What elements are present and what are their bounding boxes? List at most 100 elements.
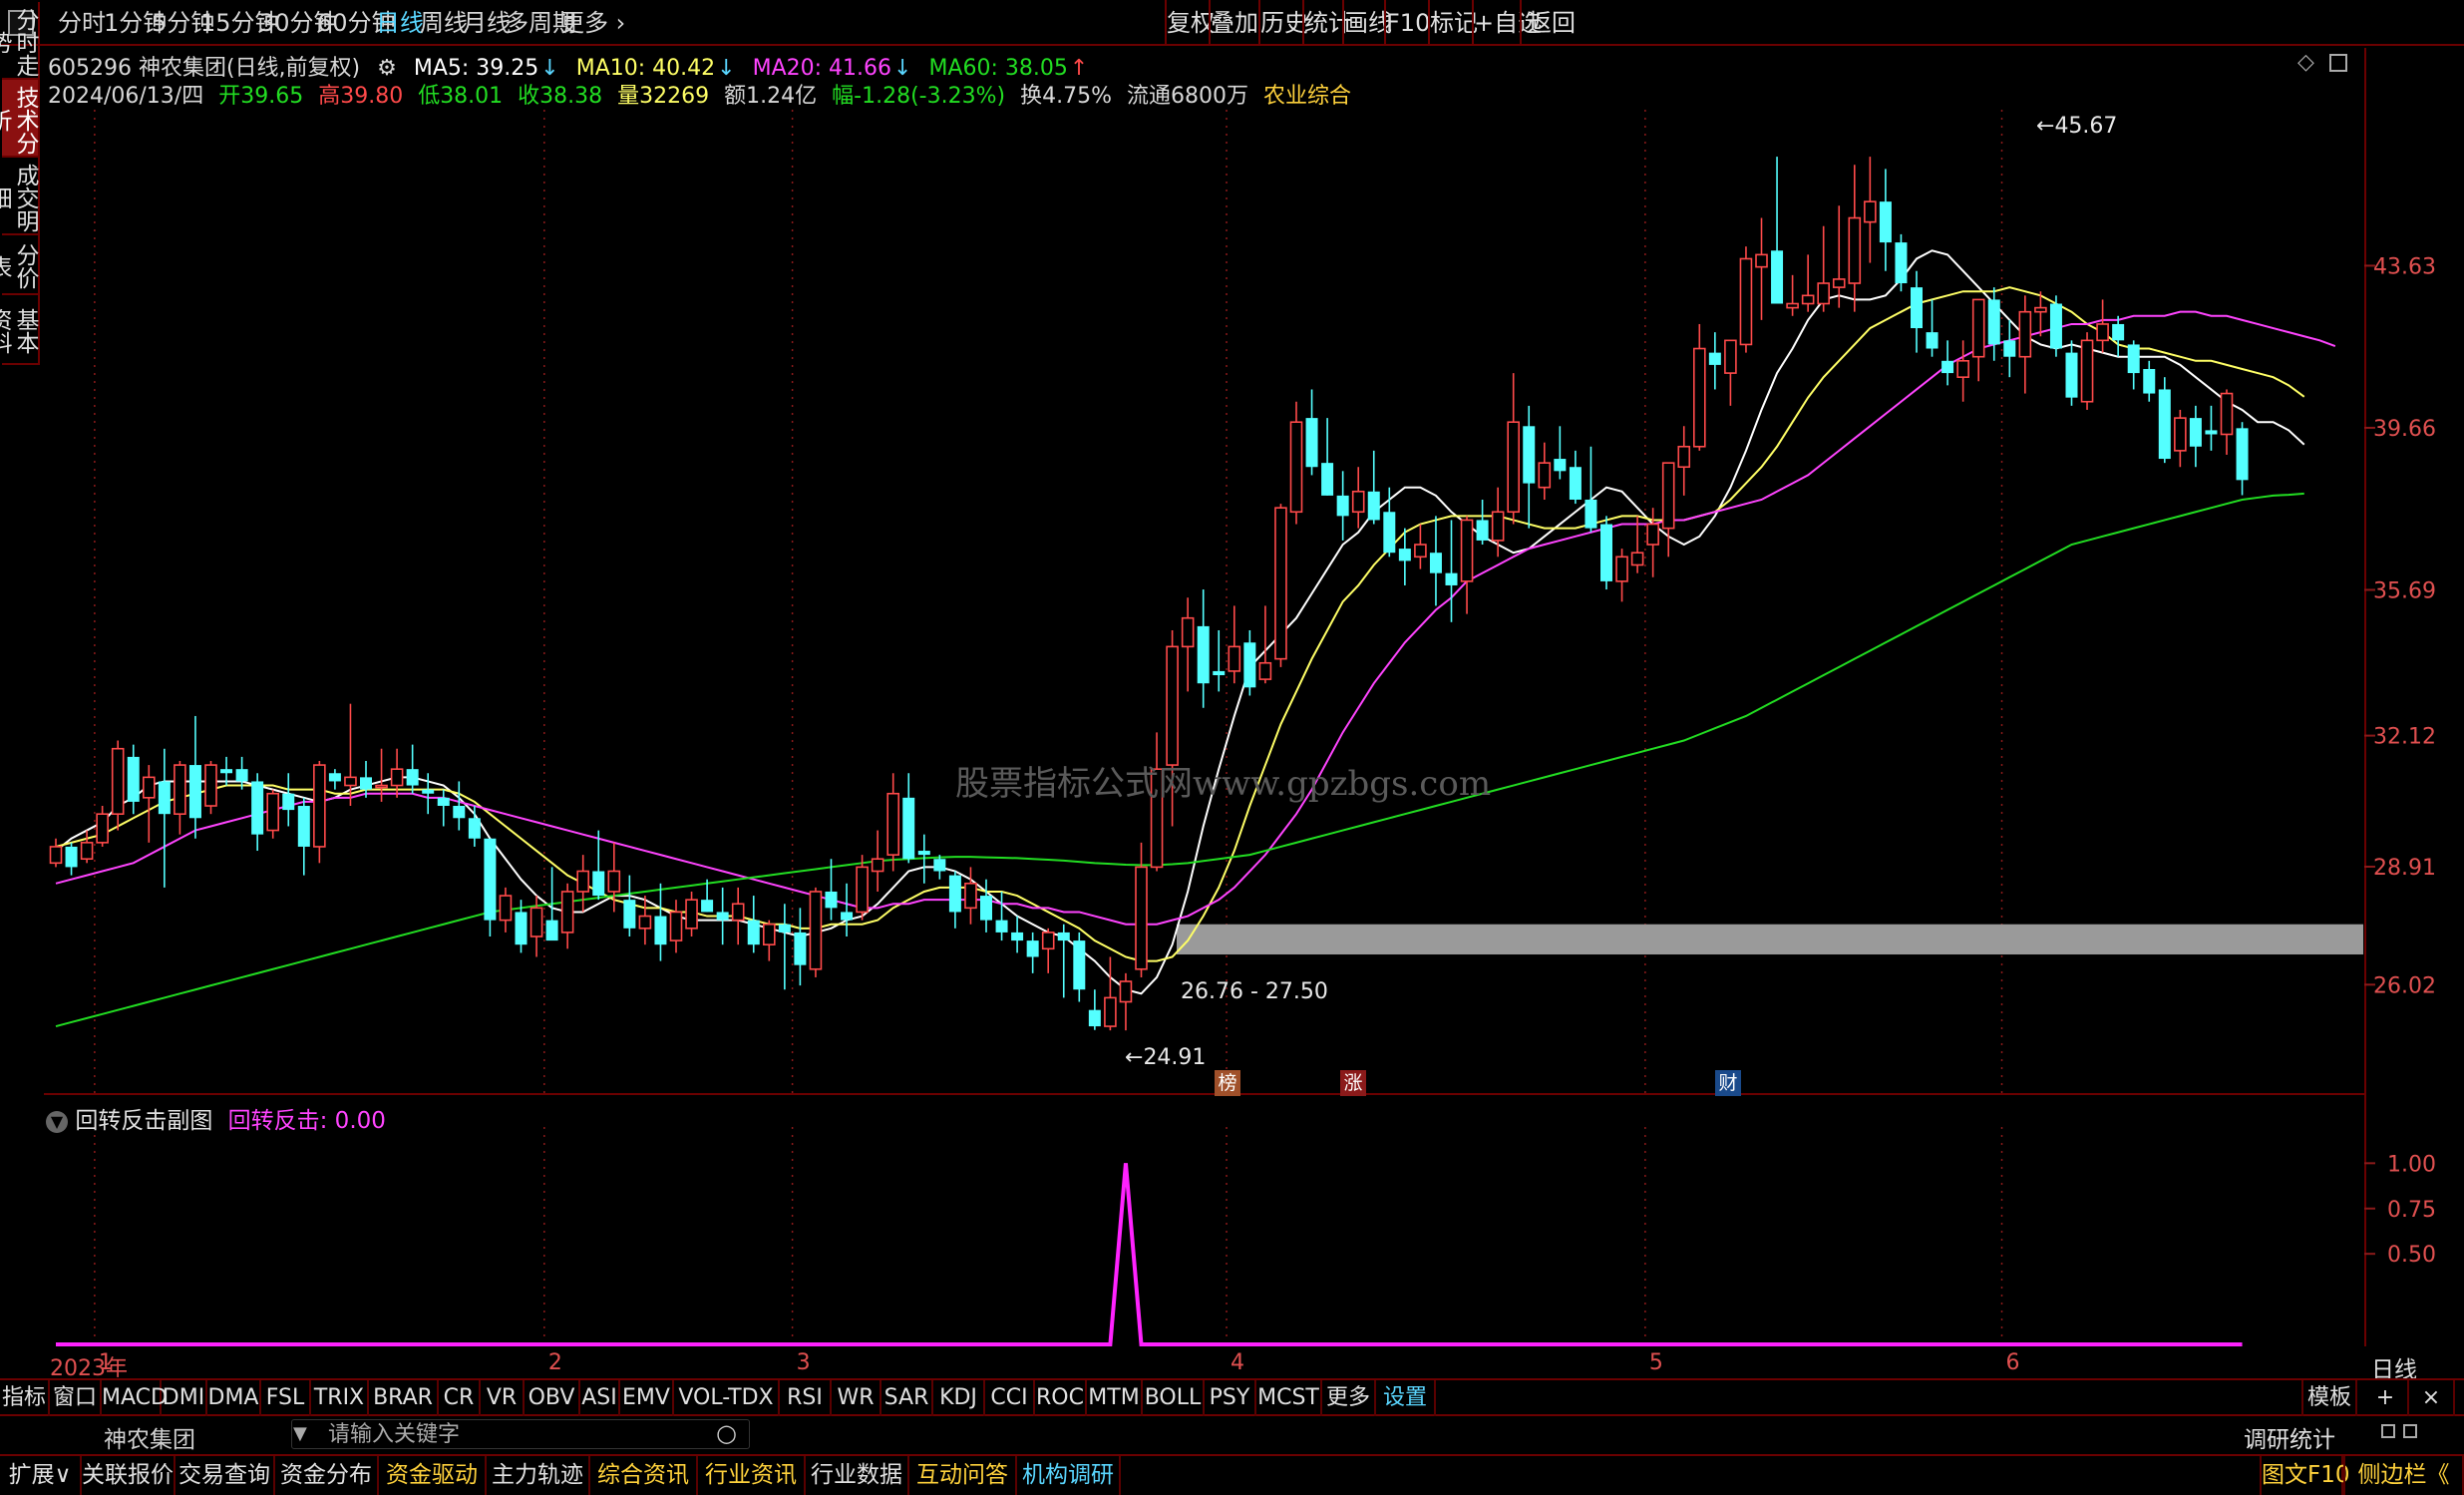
indicator-tab-8[interactable]: CR bbox=[439, 1380, 481, 1416]
bottom-nav-item-8[interactable]: 行业数据 bbox=[806, 1456, 909, 1495]
candle-body bbox=[1507, 421, 1520, 514]
bottom-nav-item-3[interactable]: 资金分布 bbox=[275, 1456, 379, 1495]
candle-body bbox=[1771, 250, 1784, 304]
left-tab-basic-info-label: 基本资料 bbox=[0, 308, 38, 354]
indicator-tab-22[interactable]: PSY bbox=[1205, 1380, 1256, 1416]
search-icon[interactable]: ○ bbox=[716, 1419, 737, 1447]
quote-volume: 量32269 bbox=[617, 84, 710, 109]
bottom-nav-item-10[interactable]: 机构调研 bbox=[1017, 1456, 1121, 1495]
indicator-tab-1[interactable]: 窗口 bbox=[50, 1380, 102, 1416]
indicator-tab-6[interactable]: TRIX bbox=[311, 1380, 369, 1416]
indicator-tab-18[interactable]: CCI bbox=[985, 1380, 1035, 1416]
candle-body bbox=[1213, 670, 1226, 676]
quote-line-2: 2024/06/13/四 开39.65 高39.80 低38.01 收38.38… bbox=[48, 78, 1359, 109]
close-icon[interactable]: × bbox=[2409, 1380, 2455, 1416]
candle-body bbox=[886, 792, 900, 856]
indicator-tab-9[interactable]: VR bbox=[481, 1380, 525, 1416]
bottom-nav-item-1[interactable]: 关联报价 bbox=[82, 1456, 176, 1495]
candle-body bbox=[2220, 392, 2234, 436]
dropdown-icon[interactable]: ▼ bbox=[293, 1423, 307, 1444]
candle-body bbox=[2236, 428, 2249, 481]
search-input[interactable] bbox=[291, 1419, 750, 1449]
f10-graphic-button[interactable]: 图文F10 bbox=[2260, 1456, 2350, 1495]
grid-icon[interactable] bbox=[2381, 1424, 2395, 1438]
bottom-nav-item-7[interactable]: 行业资讯 bbox=[698, 1456, 806, 1495]
bottom-nav-item-4[interactable]: 资金驱动 bbox=[379, 1456, 487, 1495]
candle-body bbox=[1445, 572, 1458, 585]
indicator-tab-25[interactable]: 设置 bbox=[1376, 1380, 1436, 1416]
candle-body bbox=[716, 912, 729, 921]
chart-canvas: 26.02 28.91 32.12 35.69 39.66 43.63 0.50 0.75 1.… bbox=[49, 110, 2436, 1346]
indicator-tab-14[interactable]: RSI bbox=[780, 1380, 832, 1416]
sub-panel-name[interactable]: 回转反击副图 bbox=[75, 1108, 212, 1134]
indicator-tab-7[interactable]: BRAR bbox=[369, 1380, 439, 1416]
left-tab-tech-label: 技术分析 bbox=[0, 85, 38, 155]
indicator-tabbar: 指标 窗口 MACD DMI DMA FSL TRIX BRAR CR VR OBV ASI EMV VO… bbox=[0, 1378, 2464, 1416]
indicator-tab-13[interactable]: VOL-TDX bbox=[674, 1380, 780, 1416]
indicator-tab-11[interactable]: ASI bbox=[580, 1380, 620, 1416]
indicator-tab-10[interactable]: OBV bbox=[525, 1380, 580, 1416]
indicator-tab-21[interactable]: BOLL bbox=[1143, 1380, 1205, 1416]
indicator-tab-5[interactable]: FSL bbox=[261, 1380, 311, 1416]
candle-body bbox=[2205, 430, 2218, 435]
candle-body bbox=[515, 912, 528, 945]
indicator-tab-3[interactable]: DMI bbox=[162, 1380, 207, 1416]
quote-industry[interactable]: 农业综合 bbox=[1263, 84, 1351, 109]
indicator-tab-24[interactable]: 更多 bbox=[1322, 1380, 1376, 1416]
candle-body bbox=[2049, 303, 2062, 349]
indicator-tab-17[interactable]: KDJ bbox=[933, 1380, 985, 1416]
left-tab-tech[interactable]: 技术分析 bbox=[0, 80, 40, 158]
bottom-nav-item-6[interactable]: 综合资讯 bbox=[590, 1456, 698, 1495]
bottom-nav-item-2[interactable]: 交易查询 bbox=[176, 1456, 275, 1495]
candle-body bbox=[49, 846, 63, 865]
sidebar-toggle-button[interactable]: 侧边栏《 bbox=[2343, 1456, 2464, 1495]
grid-icon[interactable] bbox=[2403, 1424, 2417, 1438]
indicator-tab-12[interactable]: EMV bbox=[620, 1380, 674, 1416]
candle-body bbox=[2143, 368, 2156, 394]
candle-body bbox=[127, 756, 140, 802]
indicator-tab-16[interactable]: SAR bbox=[881, 1380, 933, 1416]
candle-body bbox=[158, 781, 171, 815]
indicator-tab-20[interactable]: MTM bbox=[1087, 1380, 1143, 1416]
left-tab-basic-info[interactable]: 基本资料 bbox=[0, 295, 40, 365]
indicator-tab-4[interactable]: DMA bbox=[207, 1380, 261, 1416]
candle-body bbox=[1987, 299, 2000, 345]
candle-body bbox=[1414, 544, 1427, 559]
indicator-tab-23[interactable]: MCST bbox=[1256, 1380, 1322, 1416]
bottom-nav-item-5[interactable]: 主力轨迹 bbox=[487, 1456, 590, 1495]
chevron-down-icon[interactable]: ▼ bbox=[46, 1110, 68, 1133]
event-list-marker[interactable]: 榜 bbox=[1215, 1070, 1240, 1096]
indicator-tab-19[interactable]: ROC bbox=[1035, 1380, 1087, 1416]
event-limit-up-marker[interactable]: 涨 bbox=[1340, 1070, 1366, 1096]
candle-body bbox=[731, 903, 745, 922]
candle-body bbox=[1911, 287, 1923, 329]
research-stats-label[interactable]: 调研统计 bbox=[2244, 1420, 2335, 1454]
candle-body bbox=[1739, 257, 1753, 346]
candle-body bbox=[809, 891, 823, 970]
left-tab-ticks[interactable]: 成交明细 bbox=[0, 158, 40, 235]
indicator-tab-15[interactable]: WR bbox=[832, 1380, 881, 1416]
candle-body bbox=[65, 846, 78, 868]
price-tick-label: 28.91 bbox=[2373, 856, 2436, 881]
maximize-icon[interactable] bbox=[2329, 54, 2347, 72]
candle-body bbox=[1864, 200, 1877, 223]
bottom-nav-item-9[interactable]: 互动问答 bbox=[909, 1456, 1017, 1495]
candle-body bbox=[1305, 418, 1318, 468]
candle-body bbox=[1724, 339, 1737, 374]
left-tab-price-table[interactable]: 分价表 bbox=[0, 235, 40, 295]
left-tab-trend[interactable]: 分时走势 bbox=[0, 2, 40, 80]
candle-body bbox=[1600, 524, 1612, 581]
add-icon[interactable]: + bbox=[2363, 1380, 2409, 1416]
diamond-icon[interactable]: ◇ bbox=[2297, 50, 2314, 75]
indicator-tab-0[interactable]: 指标 bbox=[0, 1380, 50, 1416]
candle-body bbox=[2112, 323, 2125, 341]
template-button[interactable]: 模板 bbox=[2301, 1380, 2357, 1416]
indicator-tab-2[interactable]: MACD bbox=[102, 1380, 168, 1416]
candle-body bbox=[1336, 495, 1349, 517]
sub-tick-label: 0.75 bbox=[2387, 1198, 2436, 1223]
search-stock-name[interactable]: 神农集团 bbox=[104, 1420, 195, 1454]
candle-body bbox=[2189, 418, 2202, 447]
candle-body bbox=[80, 842, 94, 861]
bottom-nav-item-0[interactable]: 扩展∨ bbox=[0, 1456, 82, 1495]
event-finance-marker[interactable]: 财 bbox=[1715, 1070, 1741, 1096]
